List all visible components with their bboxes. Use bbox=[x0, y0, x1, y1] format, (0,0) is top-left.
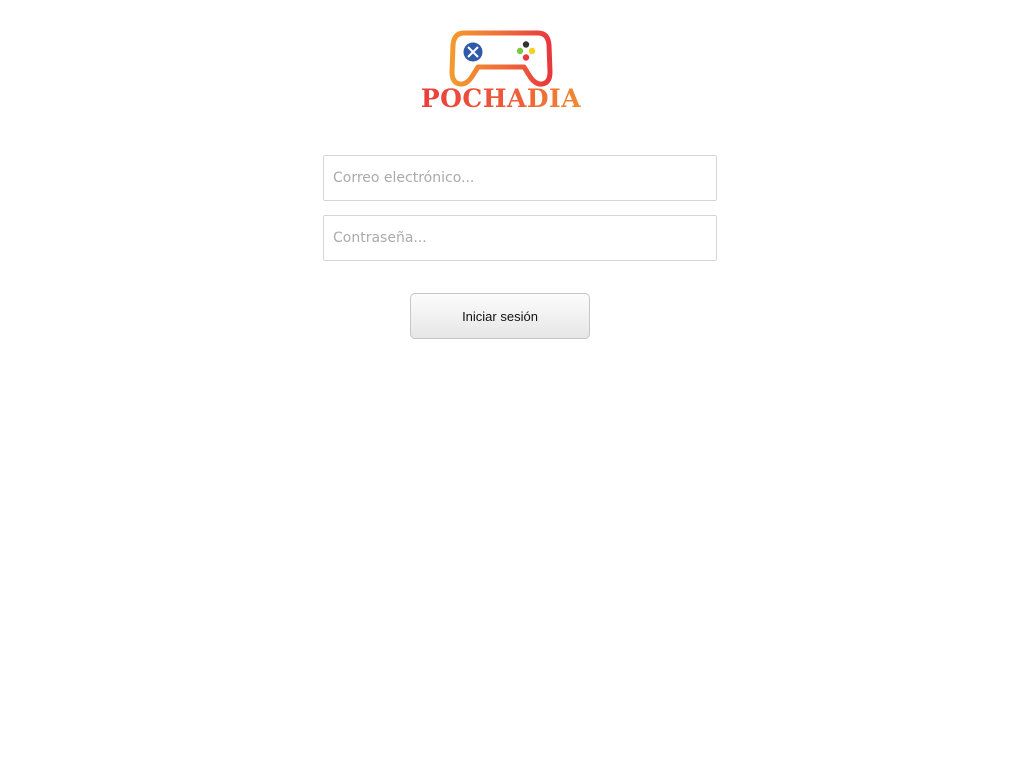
password-field[interactable] bbox=[323, 215, 717, 261]
gamepad-icon bbox=[449, 30, 553, 87]
email-field[interactable] bbox=[323, 155, 717, 201]
login-button[interactable]: Iniciar sesión bbox=[410, 293, 590, 339]
login-page: POCHADIA Iniciar sesión bbox=[0, 0, 1024, 768]
brand-logo: POCHADIA bbox=[398, 28, 604, 114]
brand-name: POCHADIA bbox=[398, 84, 604, 114]
